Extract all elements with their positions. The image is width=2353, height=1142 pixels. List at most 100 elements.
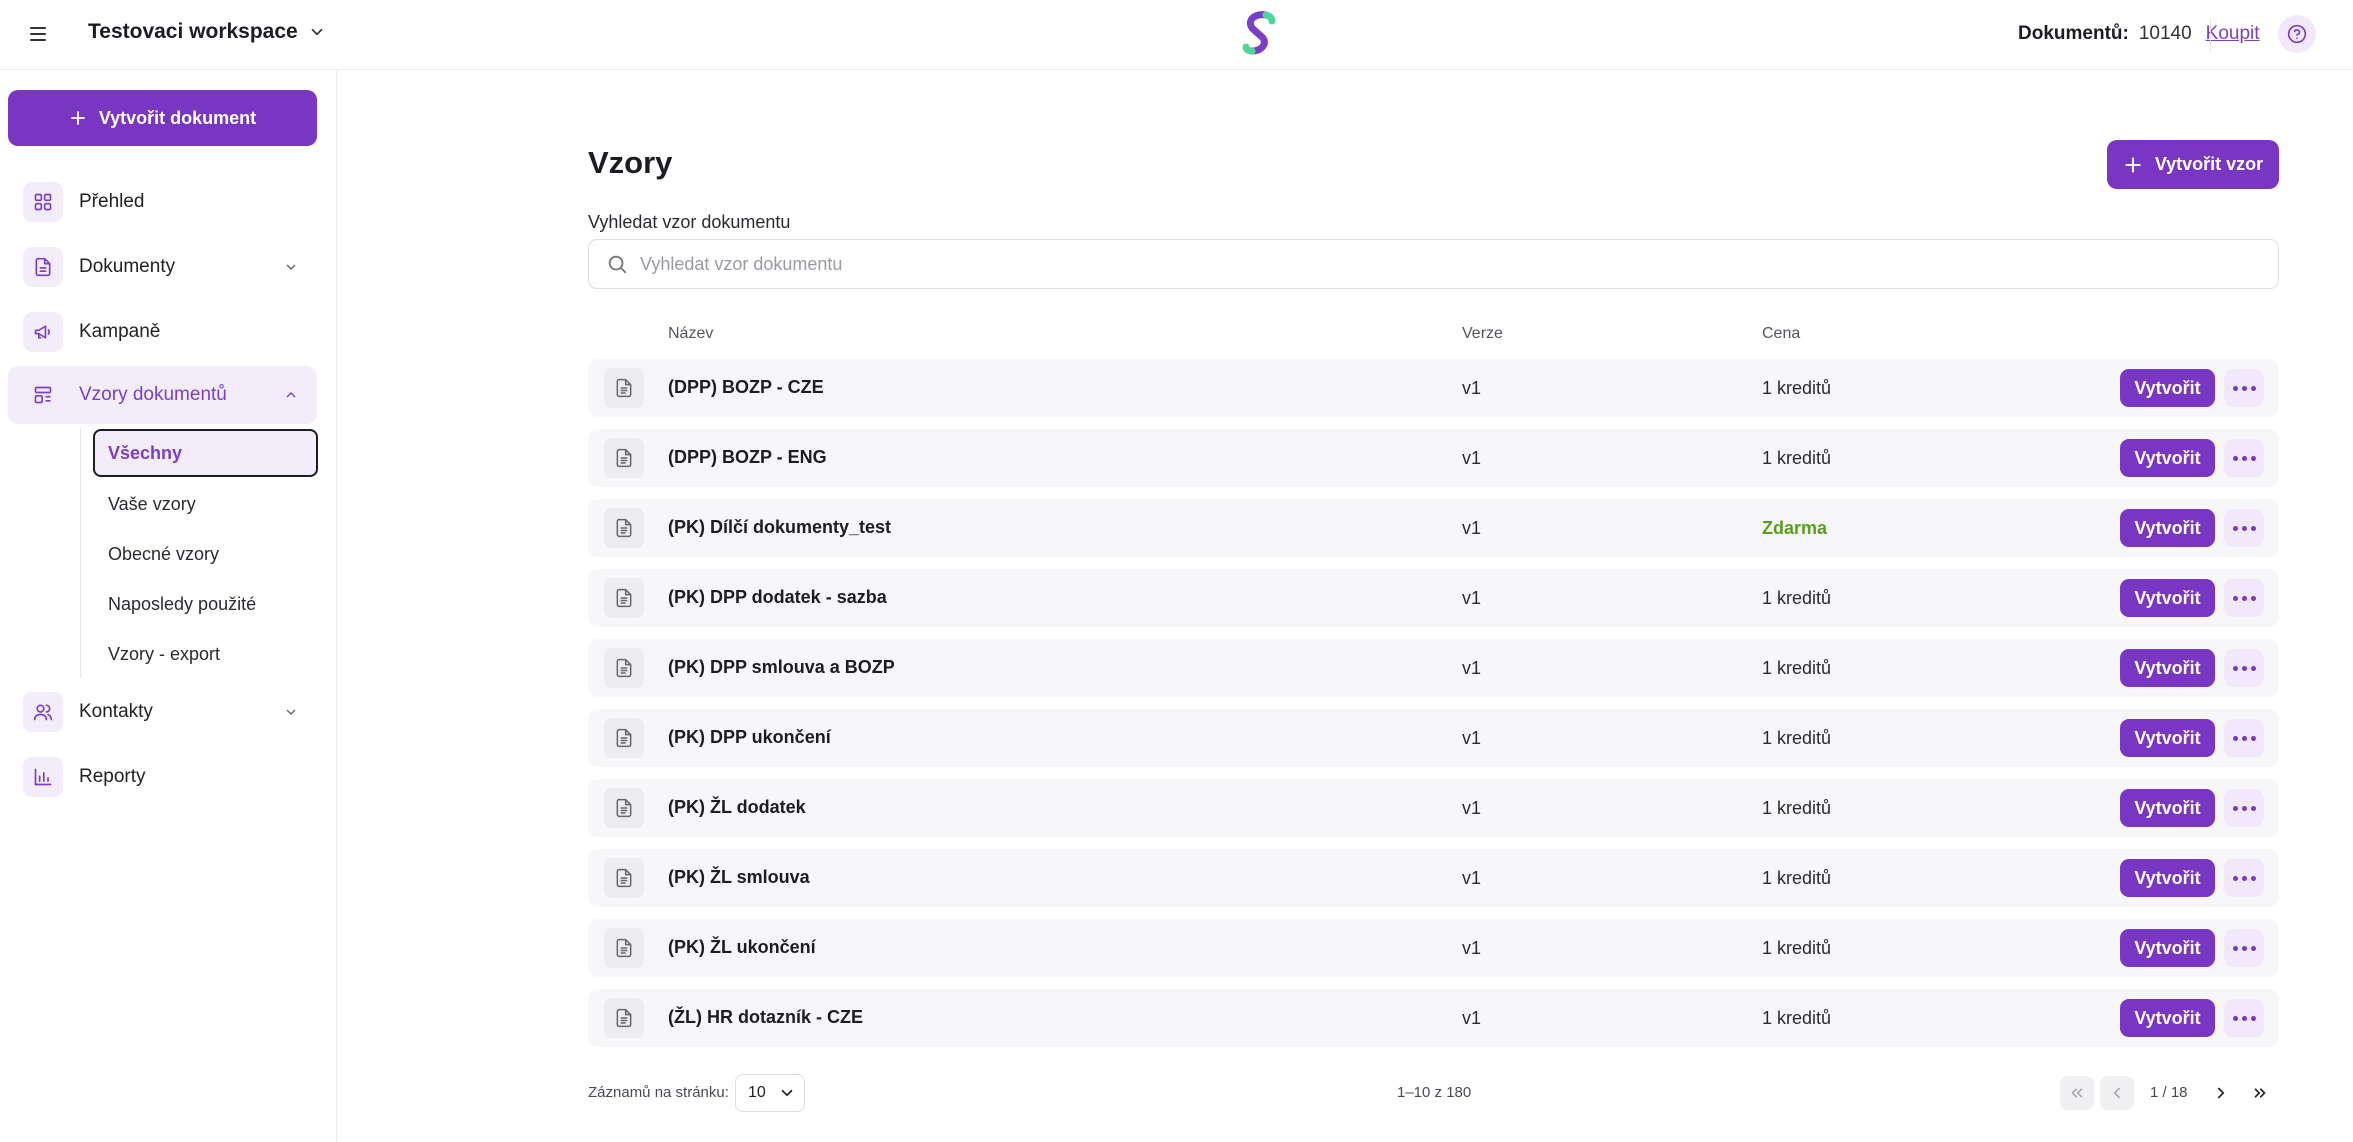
chevron-right-icon (2217, 1087, 2225, 1099)
plus-icon (2125, 156, 2141, 173)
document-icon (604, 368, 644, 408)
table-row[interactable]: (PK) DPP dodatek - sazba v1 1 kreditů Vytvo… (588, 569, 2279, 627)
template-version: v1 (1462, 1008, 1482, 1028)
more-horizontal-icon (2232, 945, 2256, 951)
document-icon (604, 858, 644, 898)
document-icon (604, 648, 644, 688)
template-name: (PK) DPP dodatek - sazba (668, 587, 887, 607)
template-price: 1 kreditů (1762, 658, 1832, 678)
create-document-button[interactable]: Vytvořit dokument (8, 90, 317, 146)
template-version: v1 (1462, 518, 1482, 538)
file-icon (23, 247, 63, 287)
template-version: v1 (1462, 728, 1482, 748)
create-from-template-button[interactable]: Vytvořit (2120, 719, 2215, 757)
table-row[interactable]: (PK) Dílčí dokumenty_test v1 Zdarma Vytvoři… (588, 499, 2279, 557)
subnav-item-all[interactable]: Všechny (93, 429, 318, 477)
create-from-template-button[interactable]: Vytvořit (2120, 509, 2215, 547)
menu-icon[interactable] (26, 22, 50, 46)
prev-page-button[interactable] (2100, 1076, 2134, 1110)
next-page-button[interactable] (2204, 1076, 2238, 1110)
create-from-template-button[interactable]: Vytvořit (2120, 929, 2215, 967)
sidebar-item-templates[interactable]: Vzory dokumentů (8, 366, 317, 424)
sidebar-item-documents[interactable]: Dokumenty (8, 238, 317, 296)
help-button[interactable] (2278, 15, 2316, 53)
template-price: 1 kreditů (1762, 448, 1832, 468)
subnav-item-yours[interactable]: Vaše vzory (93, 480, 318, 528)
more-actions-button[interactable] (2224, 789, 2264, 827)
template-name: (PK) DPP smlouva a BOZP (668, 657, 895, 677)
template-price: 1 kreditů (1762, 798, 1832, 818)
chevron-down-icon (286, 264, 296, 270)
create-from-template-button[interactable]: Vytvořit (2120, 439, 2215, 477)
subnav-item-export[interactable]: Vzory - export (93, 630, 318, 678)
more-actions-button[interactable] (2224, 369, 2264, 407)
sidebar-item-campaigns[interactable]: Kampaně (8, 303, 317, 361)
more-actions-button[interactable] (2224, 579, 2264, 617)
table-row[interactable]: (PK) DPP ukončení v1 1 kreditů Vytvořit (588, 709, 2279, 767)
sidebar-item-label: Dokumenty (79, 256, 176, 277)
document-icon (604, 998, 644, 1038)
create-from-template-button[interactable]: Vytvořit (2120, 789, 2215, 827)
template-version: v1 (1462, 868, 1482, 888)
template-price: 1 kreditů (1762, 378, 1832, 398)
table-row[interactable]: (PK) ŽL smlouva v1 1 kreditů Vytvořit (588, 849, 2279, 907)
template-price: Zdarma (1762, 518, 1828, 538)
sidebar: Vytvořit dokument Přehled Dokumenty Kamp… (0, 70, 337, 1142)
top-bar: Testovaci workspace Dokumentů: 10140 Kou… (0, 0, 2353, 70)
app-logo-icon[interactable] (1240, 11, 1278, 57)
subnav-item-recent[interactable]: Naposledy použité (93, 580, 318, 628)
more-actions-button[interactable] (2224, 999, 2264, 1037)
chevron-up-icon (286, 392, 296, 398)
range-text: 1–10 z 180 (1397, 1084, 1472, 1101)
search-input[interactable] (640, 253, 2240, 275)
document-icon (604, 578, 644, 618)
template-name: (DPP) BOZP - CZE (668, 377, 824, 397)
table-row[interactable]: (PK) ŽL ukončení v1 1 kreditů Vytvořit (588, 919, 2279, 977)
table-row[interactable]: (DPP) BOZP - CZE v1 1 kreditů Vytvořit (588, 359, 2279, 417)
more-horizontal-icon (2232, 1015, 2256, 1021)
more-horizontal-icon (2232, 385, 2256, 391)
more-actions-button[interactable] (2224, 439, 2264, 477)
search-icon (608, 255, 627, 274)
table-row[interactable]: (DPP) BOZP - ENG v1 1 kreditů Vytvořit (588, 429, 2279, 487)
create-from-template-button[interactable]: Vytvořit (2120, 579, 2215, 617)
create-template-label: Vytvořit vzor (2154, 154, 2264, 174)
template-icon (23, 375, 63, 415)
template-name: (PK) DPP ukončení (668, 727, 831, 747)
template-name: (PK) ŽL dodatek (668, 797, 806, 817)
more-actions-button[interactable] (2224, 929, 2264, 967)
create-from-template-button[interactable]: Vytvořit (2120, 859, 2215, 897)
more-actions-button[interactable] (2224, 719, 2264, 757)
create-from-template-button[interactable]: Vytvořit (2120, 999, 2215, 1037)
divider (2210, 18, 2211, 52)
last-page-button[interactable] (2243, 1076, 2277, 1110)
create-template-button[interactable]: Vytvořit vzor (2107, 140, 2279, 189)
table-row[interactable]: (PK) DPP smlouva a BOZP v1 1 kreditů Vytvoř… (588, 639, 2279, 697)
document-count: Dokumentů: 10140 Koupit (2018, 23, 2260, 45)
documents-label: Dokumentů: (2018, 23, 2129, 44)
document-icon (604, 788, 644, 828)
more-actions-button[interactable] (2224, 509, 2264, 547)
more-actions-button[interactable] (2224, 649, 2264, 687)
document-icon (604, 438, 644, 478)
subnav-item-general[interactable]: Obecné vzory (93, 530, 318, 578)
more-horizontal-icon (2232, 805, 2256, 811)
per-page-select[interactable]: 10 (735, 1074, 805, 1112)
workspace-switcher[interactable]: Testovaci workspace (88, 20, 326, 44)
sidebar-item-overview[interactable]: Přehled (8, 173, 317, 231)
template-name: (PK) ŽL smlouva (668, 867, 810, 887)
sidebar-item-contacts[interactable]: Kontakty (8, 683, 317, 741)
create-document-label: Vytvořit dokument (98, 107, 257, 128)
workspace-name: Testovaci workspace (88, 20, 298, 43)
first-page-button[interactable] (2060, 1076, 2094, 1110)
search-box[interactable] (588, 239, 2279, 289)
create-from-template-button[interactable]: Vytvořit (2120, 649, 2215, 687)
table-row[interactable]: (ŽL) HR dotazník - CZE v1 1 kreditů Vytvoři… (588, 989, 2279, 1047)
template-name: (PK) ŽL ukončení (668, 937, 816, 957)
create-from-template-button[interactable]: Vytvořit (2120, 369, 2215, 407)
sidebar-item-reports[interactable]: Reporty (8, 748, 317, 806)
table-row[interactable]: (PK) ŽL dodatek v1 1 kreditů Vytvořit (588, 779, 2279, 837)
grid-icon (23, 182, 63, 222)
buy-link[interactable]: Koupit (2206, 23, 2260, 45)
more-actions-button[interactable] (2224, 859, 2264, 897)
